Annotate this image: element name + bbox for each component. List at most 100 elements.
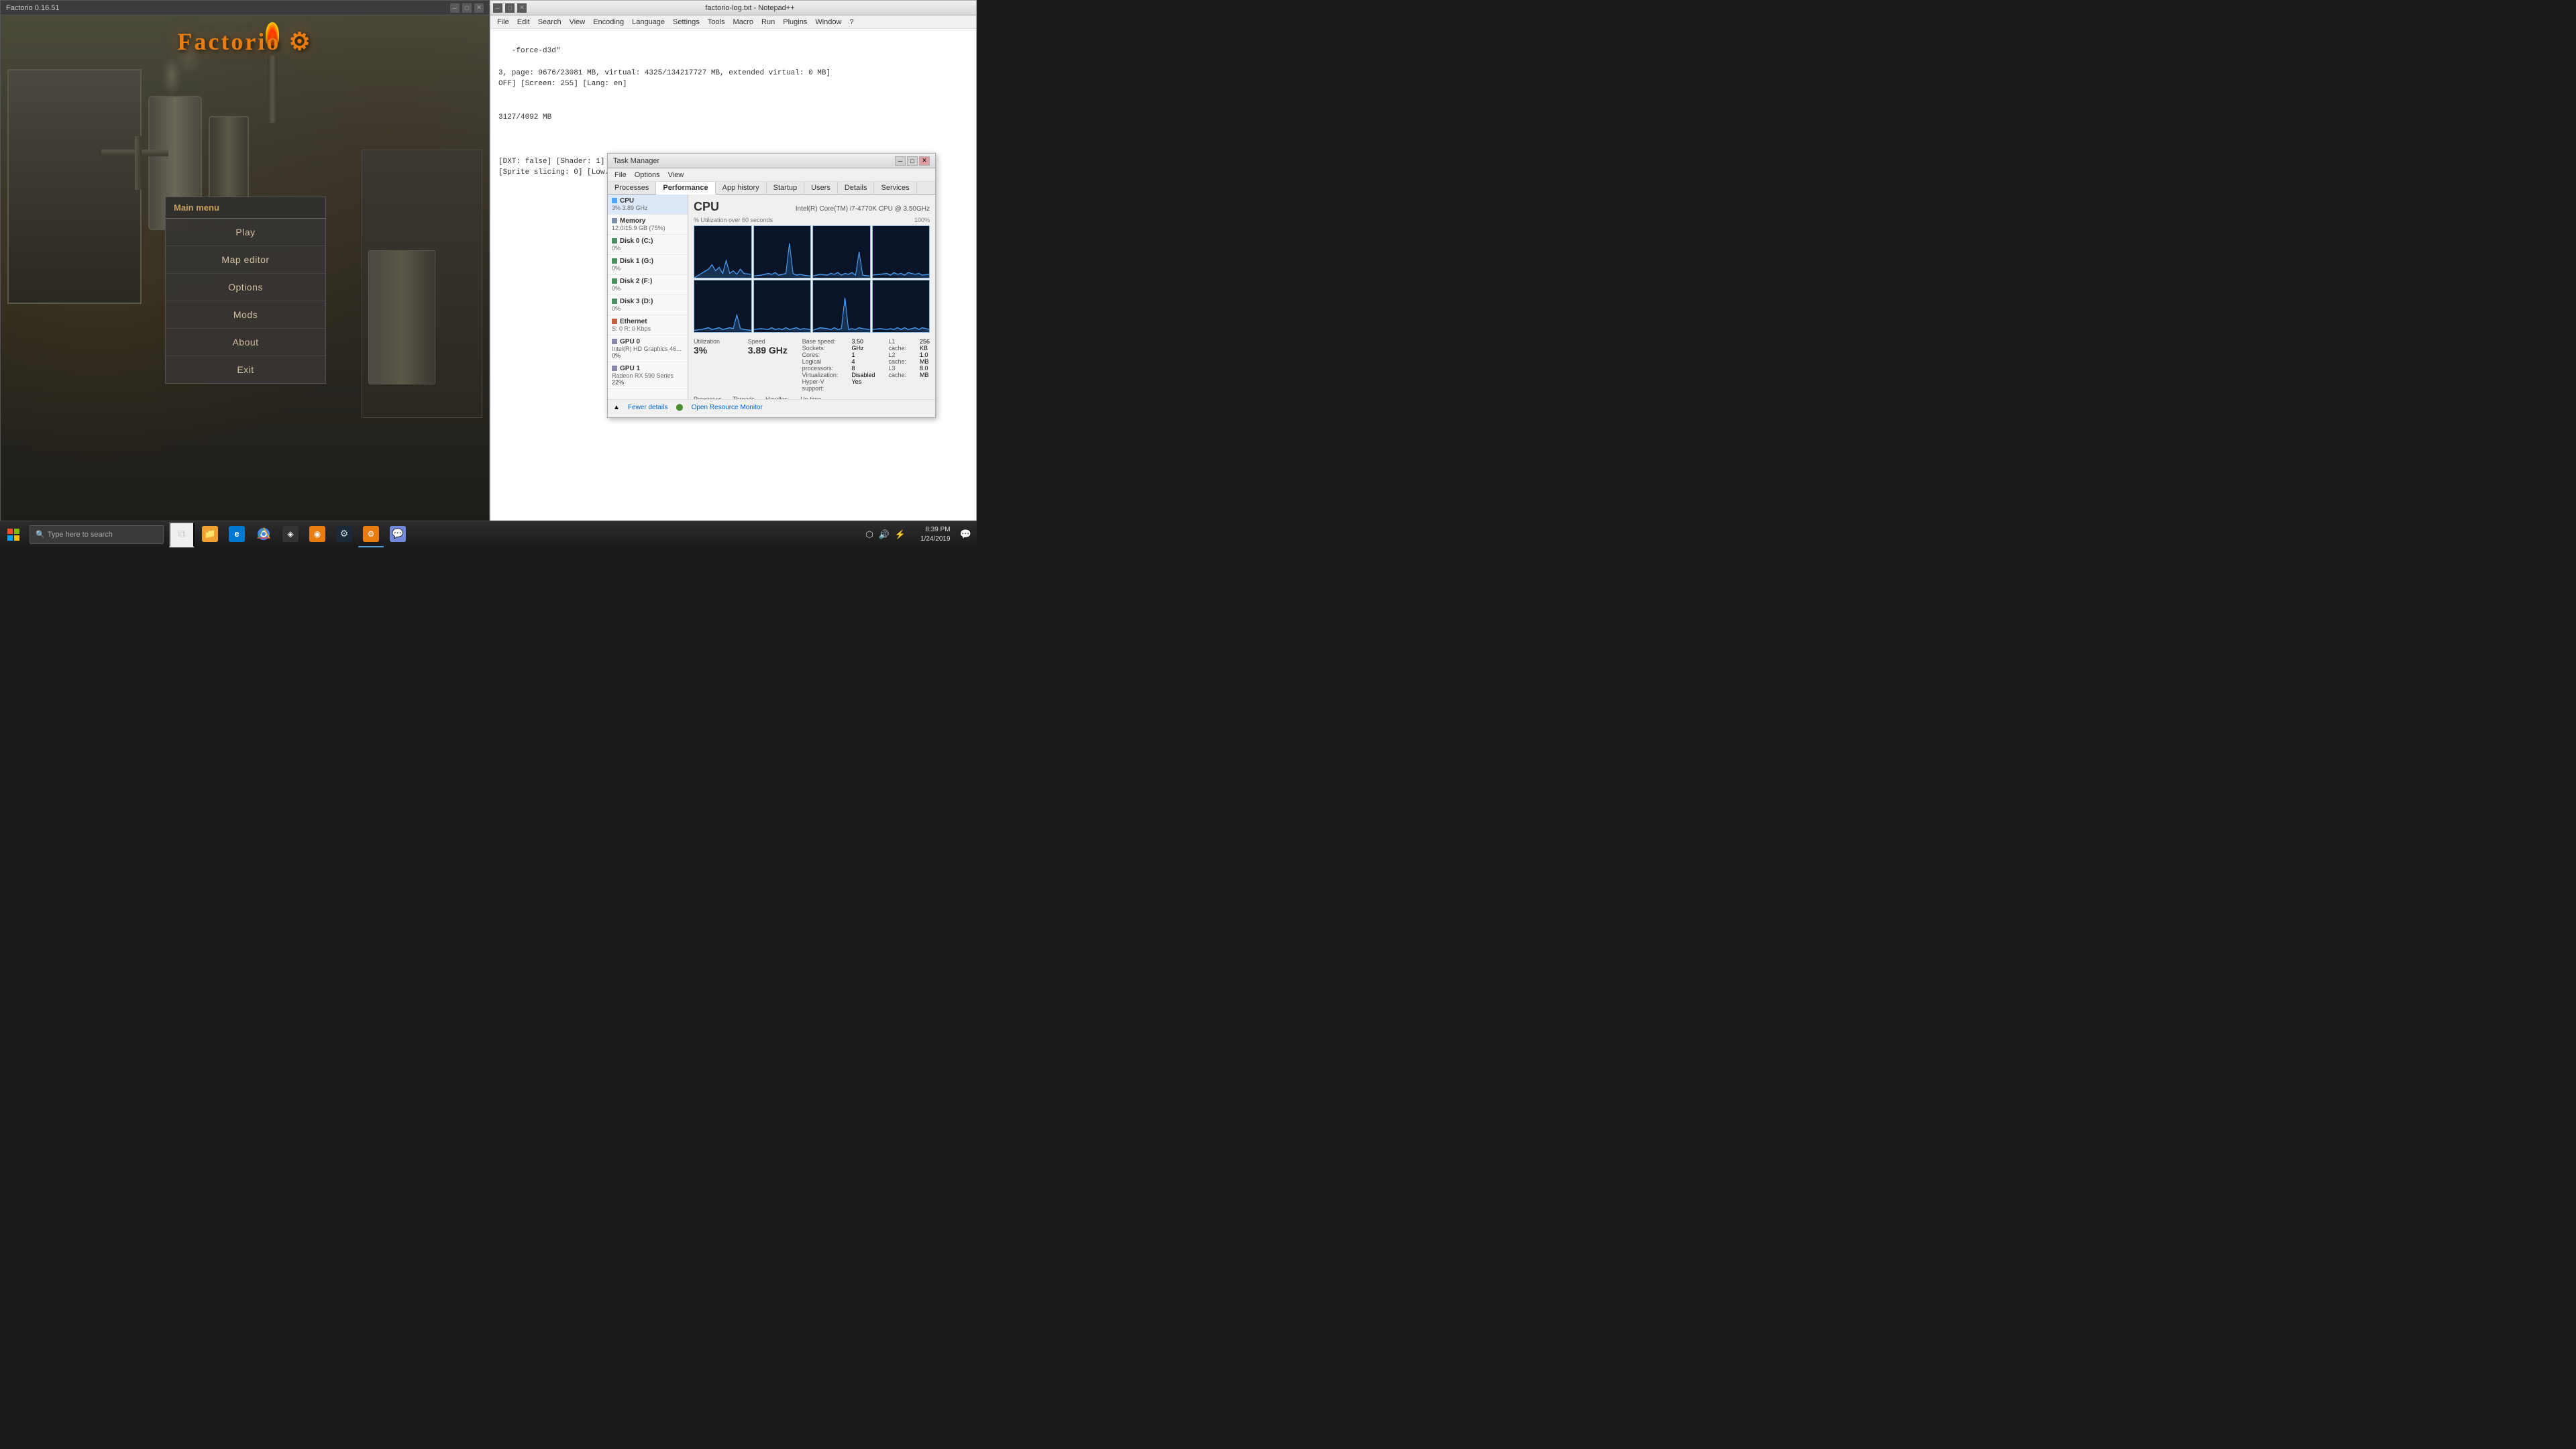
menu-about-button[interactable]: About [166, 329, 325, 356]
tm-sidebar-disk2[interactable]: Disk 2 (F:) 0% [608, 275, 688, 295]
tm-sidebar-disk1[interactable]: Disk 1 (G:) 0% [608, 255, 688, 275]
notepad-close-button[interactable]: ✕ [517, 3, 527, 13]
taskbar-task-view-button[interactable]: ⧉ [169, 522, 195, 547]
tm-hyperv-label: Hyper-V support: [802, 378, 839, 392]
tm-sidebar-gpu1-val: 22% [612, 379, 684, 386]
notepad-minimize-button[interactable]: ─ [493, 3, 502, 13]
taskbar-clock[interactable]: 8:39 PM 1/24/2019 [915, 525, 956, 544]
factorio-window-controls: ─ □ ✕ [450, 3, 484, 13]
code-line-9 [498, 123, 968, 134]
notepad-menu-help[interactable]: ? [845, 18, 857, 26]
menu-options-button[interactable]: Options [166, 274, 325, 301]
file-explorer-icon: 📁 [202, 526, 218, 542]
tm-tab-app-history[interactable]: App history [716, 182, 767, 194]
menu-exit-button[interactable]: Exit [166, 356, 325, 383]
taskbar-search[interactable]: 🔍 Type here to search [30, 525, 164, 544]
tm-fewer-details-link[interactable]: Fewer details [628, 404, 667, 411]
factorio-maximize-button[interactable]: □ [462, 3, 472, 13]
discord-icon: 💬 [390, 526, 406, 542]
taskbar-app-discord[interactable]: 💬 [385, 522, 411, 547]
factorio-minimize-button[interactable]: ─ [450, 3, 460, 13]
code-line-8: 3127/4092 MB [498, 112, 968, 123]
gpu1-color-bar [612, 366, 617, 371]
tm-detail-header: CPU Intel(R) Core(TM) i7-4770K CPU @ 3.5… [694, 200, 930, 214]
tm-speed-label: Speed [748, 338, 789, 345]
tm-sidebar-disk0[interactable]: Disk 0 (C:) 0% [608, 235, 688, 255]
taskbar-app-chrome[interactable] [251, 522, 276, 547]
taskbar-start-button[interactable] [0, 521, 27, 548]
notifications-icon[interactable]: 💬 [960, 529, 971, 540]
notepad-menu-view[interactable]: View [566, 18, 590, 26]
tm-detail-panel: CPU Intel(R) Core(TM) i7-4770K CPU @ 3.5… [688, 195, 935, 399]
notepad-menu-edit[interactable]: Edit [513, 18, 534, 26]
fire-tower-body [268, 56, 277, 123]
code-line-7 [498, 101, 968, 112]
taskmanager-window: Task Manager ─ □ ✕ File Options View Pro… [607, 153, 936, 418]
systray-network-icon[interactable]: ⬡ [865, 529, 873, 540]
taskbar-app-blender[interactable]: ◉ [305, 522, 330, 547]
notepad-menu-language[interactable]: Language [628, 18, 669, 26]
edge-icon: e [229, 526, 245, 542]
tm-sidebar-ethernet[interactable]: Ethernet S: 0 R: 0 Kbps [608, 315, 688, 335]
systray-volume-icon[interactable]: 🔊 [879, 529, 890, 540]
notepad-menu-search[interactable]: Search [534, 18, 566, 26]
tm-sidebar-disk0-sub: 0% [612, 245, 684, 252]
tm-menu-file[interactable]: File [610, 171, 631, 179]
windows-logo-icon [7, 529, 19, 541]
tm-controls: ─ □ ✕ [895, 156, 930, 166]
tm-minimize-button[interactable]: ─ [895, 156, 906, 166]
notepad-menu-run[interactable]: Run [757, 18, 779, 26]
taskbar-time: 8:39 PM [920, 525, 951, 535]
tm-maximize-button[interactable]: □ [907, 156, 918, 166]
factorio-main-menu: Main menu Play Map editor Options Mods A… [165, 197, 326, 384]
tm-tab-processes[interactable]: Processes [608, 182, 656, 194]
tm-sidebar-disk2-sub: 0% [612, 285, 684, 292]
menu-play-button[interactable]: Play [166, 219, 325, 246]
taskbar-app-factorio[interactable]: ⚙ [358, 522, 384, 547]
tm-open-resource-link[interactable]: Open Resource Monitor [692, 404, 763, 411]
tm-uptime-group: Up time 5:13:06:54 [800, 396, 843, 399]
tm-l2-value: 1.0 MB [920, 352, 930, 365]
tm-sidebar: CPU 3% 3.89 GHz Memory 12.0/15.9 GB (75%… [608, 195, 688, 399]
taskbar-app-unity[interactable]: ◈ [278, 522, 303, 547]
tm-close-button[interactable]: ✕ [919, 156, 930, 166]
tm-sidebar-memory[interactable]: Memory 12.0/15.9 GB (75%) [608, 215, 688, 235]
taskbar: 🔍 Type here to search ⧉ 📁 e [0, 521, 977, 547]
tm-tab-performance[interactable]: Performance [656, 182, 715, 195]
tm-uptime-label: Up time [800, 396, 843, 399]
tm-sidebar-cpu-name: CPU [612, 197, 684, 205]
factory-building-left [7, 69, 142, 304]
notepad-menu-settings[interactable]: Settings [669, 18, 704, 26]
notepad-menu-encoding[interactable]: Encoding [589, 18, 628, 26]
tm-tab-users[interactable]: Users [804, 182, 838, 194]
notepad-menu-macro[interactable]: Macro [729, 18, 757, 26]
tm-tab-services[interactable]: Services [874, 182, 916, 194]
factorio-title: Factorio 0.16.51 [6, 4, 450, 12]
menu-map-editor-button[interactable]: Map editor [166, 246, 325, 274]
tm-menu-view[interactable]: View [664, 171, 688, 179]
taskbar-app-steam[interactable]: ⚙ [331, 522, 357, 547]
taskbar-app-explorer[interactable]: 📁 [197, 522, 223, 547]
tm-menu-options[interactable]: Options [631, 171, 664, 179]
disk0-color-bar [612, 238, 617, 244]
notepad-restore-button[interactable]: □ [505, 3, 515, 13]
menu-mods-button[interactable]: Mods [166, 301, 325, 329]
tm-tab-startup[interactable]: Startup [767, 182, 804, 194]
tm-sidebar-cpu[interactable]: CPU 3% 3.89 GHz [608, 195, 688, 215]
notepad-titlebar: ─ □ ✕ factorio-log.txt - Notepad++ [490, 1, 976, 15]
tm-sidebar-gpu0[interactable]: GPU 0 Intel(R) HD Graphics 46... 0% [608, 335, 688, 362]
tm-cores-label: Cores: [802, 352, 839, 358]
systray-battery-icon[interactable]: ⚡ [895, 529, 906, 540]
tm-utilization-label: Utilization [694, 338, 735, 345]
notepad-menu-window[interactable]: Window [811, 18, 845, 26]
tm-tab-details[interactable]: Details [838, 182, 875, 194]
notepad-menu-file[interactable]: File [493, 18, 513, 26]
factorio-close-button[interactable]: ✕ [474, 3, 484, 13]
tm-sidebar-disk3[interactable]: Disk 3 (D:) 0% [608, 295, 688, 315]
notepad-menu-plugins[interactable]: Plugins [779, 18, 811, 26]
tm-sidebar-gpu1[interactable]: GPU 1 Radeon RX 590 Series 22% [608, 362, 688, 389]
cpu-graph-2 [812, 225, 871, 278]
tm-processes-label: Processes [694, 396, 722, 399]
taskbar-app-edge[interactable]: e [224, 522, 250, 547]
notepad-menu-tools[interactable]: Tools [704, 18, 729, 26]
